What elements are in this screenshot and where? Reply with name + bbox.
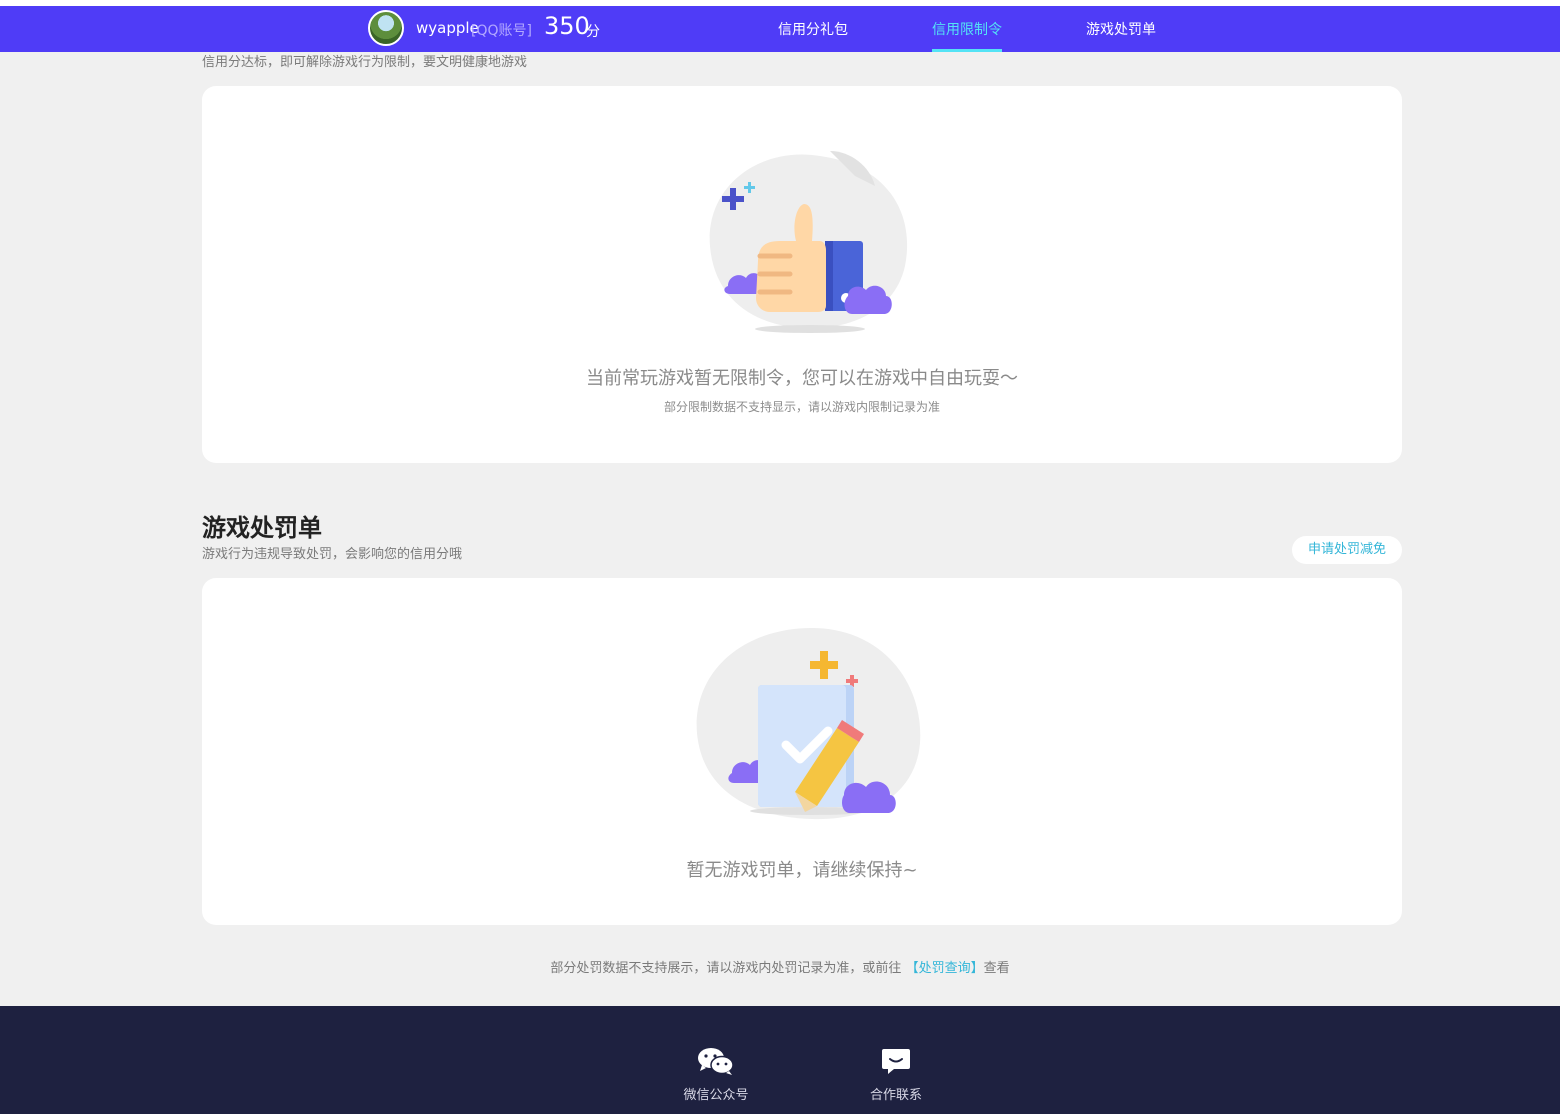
- active-tab-indicator: [932, 49, 1002, 52]
- restriction-empty-title: 当前常玩游戏暂无限制令，您可以在游戏中自由玩耍～: [586, 368, 1018, 389]
- account-type-label: [QQ账号]: [471, 23, 532, 39]
- page-footer: 微信公众号 合作联系: [0, 1006, 1560, 1114]
- footer-wechat-label: 微信公众号: [683, 1088, 749, 1103]
- footnote-suffix: 查看: [983, 961, 1010, 976]
- thumbs-up-illustration: [709, 151, 908, 333]
- credit-score-unit: 分: [586, 24, 600, 40]
- penalty-footnote: 部分处罚数据不支持展示，请以游戏内处罚记录为准，或前往 【处罚查询】查看: [0, 957, 1560, 976]
- penalty-empty-title: 暂无游戏罚单，请继续保持~: [686, 860, 918, 881]
- restriction-card: 当前常玩游戏暂无限制令，您可以在游戏中自由玩耍～ 部分限制数据不支持显示，请以游…: [202, 86, 1402, 463]
- restriction-description: 信用分达标，即可解除游戏行为限制，要文明健康地游戏: [202, 55, 528, 70]
- tab-credit-restriction[interactable]: 信用限制令: [932, 19, 1002, 39]
- credit-score-value: 350: [544, 12, 590, 40]
- footer-cooperation-label: 合作联系: [869, 1088, 922, 1103]
- penalty-card: 暂无游戏罚单，请继续保持~: [202, 578, 1402, 925]
- username: wyapple: [416, 19, 479, 37]
- footnote-prefix: 部分处罚数据不支持展示，请以游戏内处罚记录为准，或前往: [550, 961, 902, 976]
- footer-cooperation-contact[interactable]: 合作联系: [846, 1046, 946, 1103]
- penalty-section-title: 游戏处罚单: [202, 514, 322, 542]
- footer-wechat-official[interactable]: 微信公众号: [666, 1046, 766, 1103]
- avatar[interactable]: [368, 10, 404, 46]
- top-navigation-bar: wyapple [QQ账号] 350 分 信用分礼包 信用限制令 游戏处罚单: [0, 6, 1560, 52]
- wechat-icon: [698, 1048, 734, 1075]
- penalty-description: 游戏行为违规导致处罚，会影响您的信用分哦: [202, 547, 463, 562]
- apply-penalty-reduction-button[interactable]: 申请处罚减免: [1292, 536, 1402, 564]
- penalty-query-link[interactable]: 【处罚查询】: [906, 961, 984, 976]
- tab-credit-gift[interactable]: 信用分礼包: [778, 19, 848, 39]
- restriction-empty-note: 部分限制数据不支持显示，请以游戏内限制记录为准: [663, 400, 940, 414]
- clipboard-check-illustration: [696, 628, 921, 820]
- tab-game-penalty[interactable]: 游戏处罚单: [1086, 19, 1156, 39]
- chat-icon: [882, 1049, 910, 1074]
